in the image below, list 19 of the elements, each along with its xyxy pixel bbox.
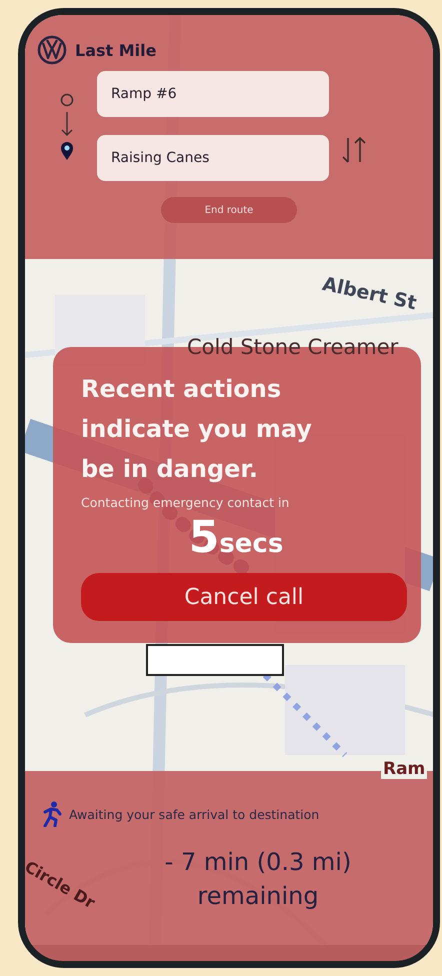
destination-field[interactable]: Raising Canes (97, 135, 329, 181)
countdown-unit: secs (219, 529, 284, 559)
running-person-icon (43, 801, 63, 827)
end-route-button[interactable]: End route (161, 197, 297, 223)
status-message: Awaiting your safe arrival to destination (69, 806, 320, 822)
logo-icon (37, 35, 67, 65)
street-label: Albert St (320, 273, 418, 314)
swap-icon[interactable] (341, 136, 367, 164)
location-pin-icon (60, 141, 74, 161)
origin-field[interactable]: Ramp #6 (97, 71, 329, 117)
countdown-number: 5 (188, 512, 220, 563)
cancel-call-button[interactable]: Cancel call (81, 573, 407, 621)
remaining-time: - 7 min (0.3 mi) remaining (164, 847, 352, 912)
place-label: Ram (381, 759, 428, 779)
alert-title: Recent actions indicate you may be in danger. (81, 374, 313, 485)
alert-message: Contacting emergency contact in (81, 495, 290, 510)
origin-circle-icon (60, 93, 74, 107)
app-title: Last Mile (75, 40, 156, 60)
down-arrow-icon (61, 111, 73, 137)
